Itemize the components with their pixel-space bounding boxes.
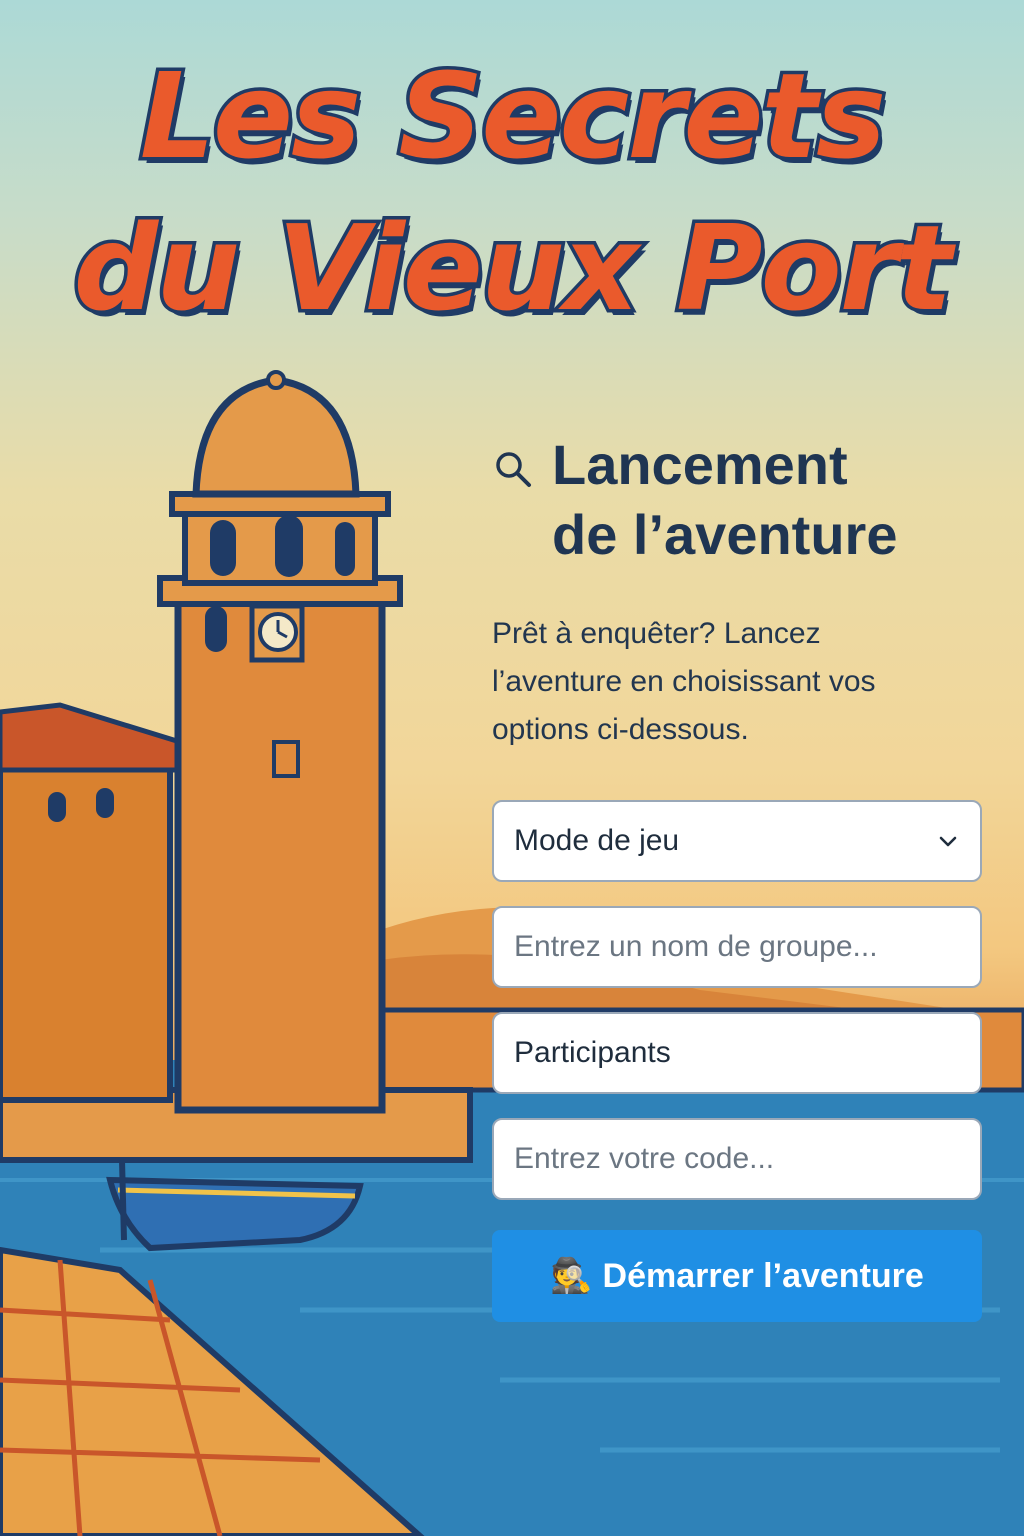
search-icon (496, 452, 531, 487)
participants-value: Participants (514, 1036, 671, 1069)
panel-heading: Lancement de l’aventure (492, 430, 984, 570)
group-name-field (492, 906, 982, 988)
detective-icon: 🕵 (550, 1257, 593, 1295)
bell-tower (174, 586, 386, 1114)
app-title: Les Secrets du Vieux Port (0, 40, 1024, 344)
panel-title-line-2: de l’aventure (552, 503, 898, 566)
roof (0, 702, 183, 773)
code-field (492, 1118, 982, 1200)
tower-dome (192, 376, 360, 498)
panel-title-line-1: Lancement (552, 433, 848, 496)
game-mode-value: Mode de jeu (514, 824, 680, 857)
intro-text: Prêt à enquêter? Lancez l’aventure en ch… (492, 617, 876, 746)
code-input[interactable] (514, 1142, 960, 1176)
app-screen: Les Secrets du Vieux Port Lancement de l… (0, 0, 1024, 1536)
start-adventure-label: Démarrer l’aventure (602, 1256, 924, 1295)
title-line-1: Les Secrets (136, 44, 889, 189)
start-adventure-button[interactable]: 🕵 Démarrer l’aventure (492, 1230, 982, 1322)
title-line-2: du Vieux Port (70, 196, 956, 341)
participants-field[interactable]: Participants (492, 1012, 982, 1094)
panel-title: Lancement de l’aventure (552, 430, 952, 570)
game-mode-select[interactable]: Mode de jeu (492, 800, 982, 882)
chevron-down-icon (939, 836, 957, 847)
launch-panel: Lancement de l’aventure Prêt à enquêter?… (492, 430, 984, 1322)
group-name-input[interactable] (514, 930, 960, 964)
